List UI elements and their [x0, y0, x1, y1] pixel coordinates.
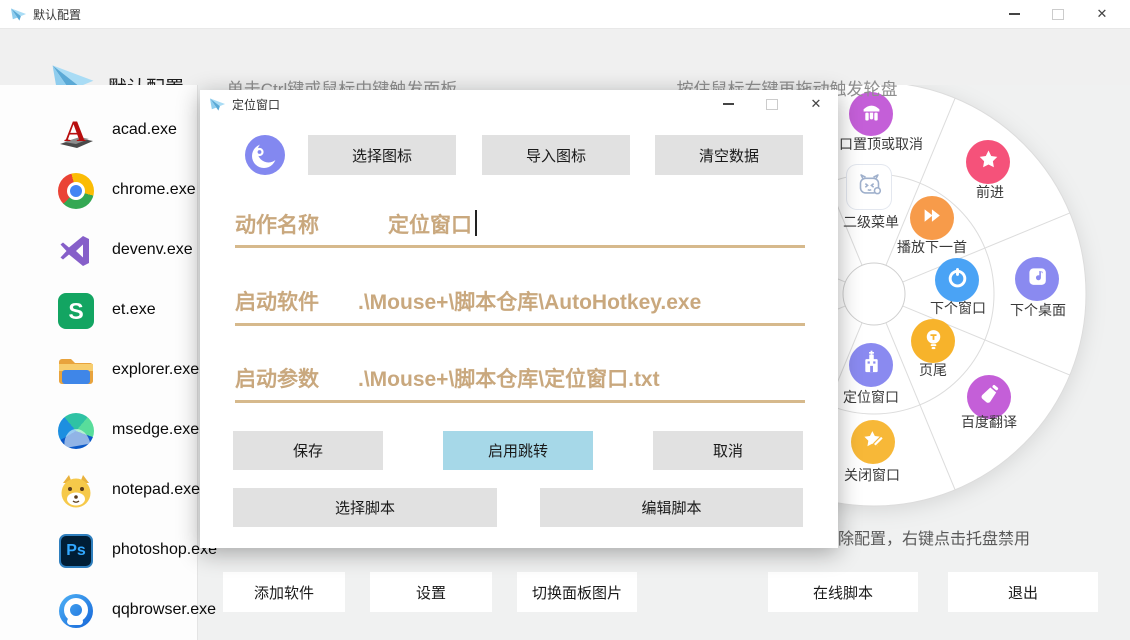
maximize-button[interactable]: [1036, 0, 1080, 28]
dialog-close-button[interactable]: ✕: [794, 90, 838, 118]
field-underline: [235, 245, 805, 248]
action-name-input[interactable]: 定位窗口: [388, 209, 477, 239]
dialog-titlebar: 定位窗口 ✕: [200, 90, 838, 118]
locate-window-dialog: 定位窗口 ✕ 选择图标 导入图标 清空数据 动作名称 定位窗口 启动软件 .\M…: [200, 90, 838, 548]
clear-data-button[interactable]: 清空数据: [655, 135, 803, 175]
building-icon: [858, 349, 885, 381]
edit-script-button[interactable]: 编辑脚本: [540, 488, 803, 527]
settings-button[interactable]: 设置: [370, 572, 492, 612]
online-scripts-button[interactable]: 在线脚本: [768, 572, 918, 612]
launch-params-input[interactable]: .\Mouse+\脚本仓库\定位窗口.txt: [358, 363, 660, 393]
sidebar-item-photoshop[interactable]: Ps photoshop.exe: [0, 521, 197, 581]
wheel-label-page-end: 页尾: [919, 360, 947, 380]
wheel-label-close-window: 关闭窗口: [844, 465, 900, 485]
enable-jump-button[interactable]: 启用跳转: [443, 431, 593, 470]
close-button[interactable]: ✕: [1080, 0, 1124, 28]
pavilion-icon: [858, 98, 885, 130]
wps-spreadsheet-icon: S: [56, 291, 96, 331]
window-title: 默认配置: [33, 6, 81, 23]
main-titlebar: 默认配置 ✕: [0, 0, 1130, 29]
svg-text:A: A: [64, 115, 86, 148]
wheel-item-next-window[interactable]: [935, 258, 979, 302]
star-badge-icon: [975, 146, 1002, 178]
music-note-icon: [1024, 263, 1051, 295]
qqbrowser-icon: [56, 591, 96, 631]
launch-software-label: 启动软件: [235, 286, 319, 316]
header: 默认配置 单击Ctrl键或鼠标中键触发面板 按住鼠标右键再拖动触发轮盘: [0, 28, 1130, 85]
launch-params-label: 启动参数: [235, 363, 319, 393]
folder-icon: [56, 351, 96, 391]
action-name-label: 动作名称: [235, 209, 319, 239]
wheel-label-locate-window: 定位窗口: [843, 387, 899, 407]
sidebar-item-qqbrowser[interactable]: qqbrowser.exe: [0, 581, 197, 640]
app-window: 默认配置 ✕ 默认配置 单击Ctrl键或鼠标中键触发面板 按住鼠标右键再拖动触发…: [0, 0, 1130, 640]
star-pencil-icon: [860, 426, 887, 458]
wheel-label-next-window: 下个窗口: [930, 298, 986, 318]
add-software-button[interactable]: 添加软件: [223, 572, 345, 612]
import-icon-button[interactable]: 导入图标: [482, 135, 630, 175]
sidebar-item-acad[interactable]: A acad.exe: [0, 101, 197, 161]
autocad-icon: A: [56, 111, 96, 151]
switch-panel-image-button[interactable]: 切换面板图片: [517, 572, 637, 612]
lightbulb-icon: [920, 325, 947, 357]
paper-plane-icon: [209, 97, 226, 112]
sidebar-item-et[interactable]: S et.exe: [0, 281, 197, 341]
sidebar-item-chrome[interactable]: chrome.exe: [0, 161, 197, 221]
exit-button[interactable]: 退出: [948, 572, 1098, 612]
paper-plane-icon: [10, 7, 27, 22]
wheel-item-locate-window[interactable]: [849, 343, 893, 387]
wheel-label-play-next: 播放下一首: [897, 237, 967, 257]
dog-face-icon: [56, 471, 96, 511]
wheel-item-next-desktop[interactable]: [1015, 257, 1059, 301]
choose-script-button[interactable]: 选择脚本: [233, 488, 497, 527]
tray-hint: 删除配置，右键点击托盘禁用: [822, 525, 1030, 549]
sidebar: A acad.exe chrome.exe devenv.exe S et.ex…: [0, 85, 198, 640]
wheel-label-window-pin: 口置顶或取消: [839, 134, 923, 154]
photoshop-icon: Ps: [56, 531, 96, 571]
wheel-item-close-window[interactable]: [851, 420, 895, 464]
sidebar-item-explorer[interactable]: explorer.exe: [0, 341, 197, 401]
wheel-item-play-next[interactable]: [910, 196, 954, 240]
dialog-title: 定位窗口: [232, 96, 280, 113]
visual-studio-icon: [56, 231, 96, 271]
field-underline: [235, 323, 805, 326]
wheel-label-forward: 前进: [976, 182, 1004, 202]
cancel-button[interactable]: 取消: [653, 431, 803, 470]
dialog-maximize-button[interactable]: [750, 90, 794, 118]
wheel-item-submenu[interactable]: [847, 165, 891, 209]
dialog-minimize-button[interactable]: [706, 90, 750, 118]
wheel-label-next-desktop: 下个桌面: [1010, 300, 1066, 320]
sidebar-item-devenv[interactable]: devenv.exe: [0, 221, 197, 281]
sidebar-item-msedge[interactable]: msedge.exe: [0, 401, 197, 461]
minimize-button[interactable]: [992, 0, 1036, 28]
launch-software-input[interactable]: .\Mouse+\脚本仓库\AutoHotkey.exe: [358, 286, 701, 316]
chrome-icon: [56, 171, 96, 211]
wheel-label-submenu: 二级菜单: [843, 212, 899, 232]
moon-icon[interactable]: [245, 135, 285, 175]
next-track-icon: [919, 202, 946, 234]
wheel-item-forward[interactable]: [966, 140, 1010, 184]
bottle-icon: [976, 381, 1003, 413]
edge-icon: [56, 411, 96, 451]
power-icon: [944, 264, 971, 296]
panda-face-icon: [856, 171, 883, 203]
choose-icon-button[interactable]: 选择图标: [308, 135, 456, 175]
wheel-label-baidu-translate: 百度翻译: [961, 412, 1017, 432]
field-underline: [235, 400, 805, 403]
wheel-item-page-end[interactable]: [911, 319, 955, 363]
save-button[interactable]: 保存: [233, 431, 383, 470]
sidebar-item-notepad[interactable]: notepad.exe: [0, 461, 197, 521]
